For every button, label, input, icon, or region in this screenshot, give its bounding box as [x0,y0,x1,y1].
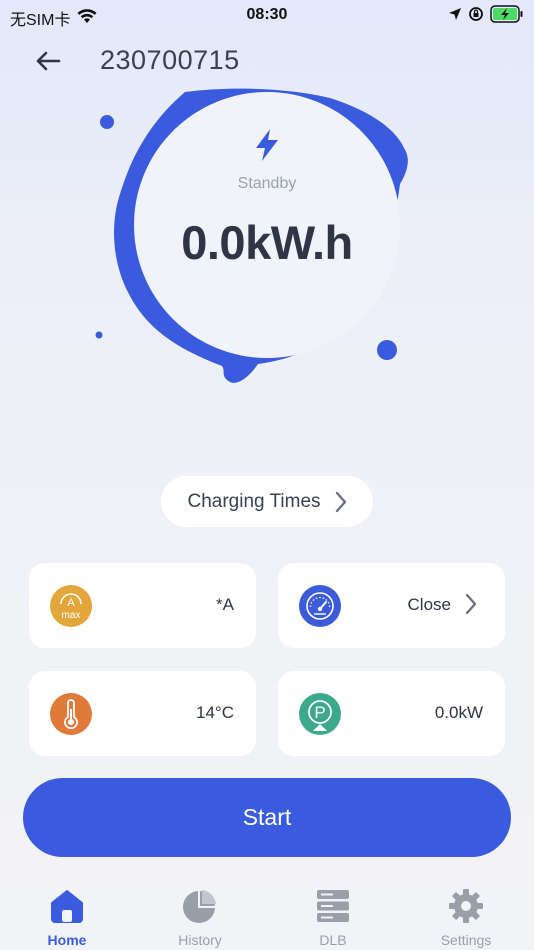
rotation-lock-icon [468,6,484,27]
speedometer-icon [299,585,341,627]
lightning-bolt-icon [254,128,280,167]
energy-gauge: Standby 0.0kW.h [90,84,430,394]
page-title: 230700715 [100,45,240,75]
tab-home-label: Home [47,932,87,948]
max-current-card[interactable]: A max *A [29,563,256,648]
pie-chart-icon [182,886,218,926]
tab-dlb[interactable]: DLB [273,878,393,950]
power-icon: P [299,693,341,735]
start-label: Start [242,804,292,830]
home-icon [48,886,86,926]
gauge-center: Standby 0.0kW.h [134,92,400,358]
gear-icon [448,886,484,926]
svg-text:P: P [314,703,325,722]
svg-text:A: A [67,597,75,609]
charger-status: Standby [237,175,297,192]
header: 230700715 [0,38,534,84]
back-button[interactable] [30,44,66,78]
status-bar: 无SIM卡 08:30 [0,0,534,32]
charging-times-label: Charging Times [187,490,321,512]
start-button[interactable]: Start [23,778,511,857]
tab-settings[interactable]: Settings [406,878,526,950]
power-value: 0.0kW [434,703,483,722]
meter-value: Close [407,595,451,614]
power-card: P 0.0kW [278,671,505,756]
svg-text:max: max [62,610,81,621]
back-arrow-icon [36,51,61,71]
tab-settings-label: Settings [440,932,492,948]
server-icon [316,886,350,926]
tab-dlb-label: DLB [319,932,347,948]
tab-history[interactable]: History [140,878,260,950]
tab-home[interactable]: Home [7,878,127,950]
location-arrow-icon [448,7,462,26]
tab-bar: Home History DLB Settings [0,878,534,950]
status-icons [448,5,524,28]
energy-value: 0.0kW.h [181,216,353,269]
max-current-icon: A max [50,585,92,627]
meter-card[interactable]: Close [278,563,505,648]
charging-times-button[interactable]: Charging Times [161,476,373,527]
temperature-value: 14°C [196,703,234,722]
chevron-right-icon [335,491,346,512]
chevron-right-icon [465,593,477,615]
tab-history-label: History [178,932,222,948]
battery-charging-icon [490,5,524,28]
max-current-value: *A [216,595,234,614]
temperature-card: 14°C [29,671,256,756]
thermometer-icon [50,693,92,735]
